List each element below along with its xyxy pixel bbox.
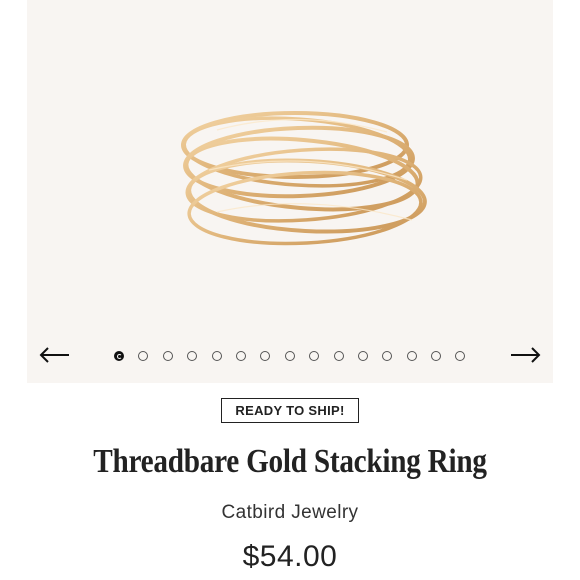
- product-brand[interactable]: Catbird Jewelry: [0, 502, 580, 524]
- previous-image-button[interactable]: [37, 338, 71, 372]
- pagination-dot[interactable]: [114, 351, 124, 361]
- pagination-dot[interactable]: [260, 351, 271, 361]
- arrow-right-icon: [511, 347, 541, 363]
- gallery-pagination: [114, 350, 466, 362]
- pagination-dot[interactable]: [357, 351, 368, 361]
- product-price: $54.00: [242, 540, 338, 573]
- next-image-button[interactable]: [509, 338, 543, 372]
- pagination-dot[interactable]: [138, 351, 149, 361]
- product-gallery[interactable]: [27, 0, 553, 383]
- pagination-dot[interactable]: [406, 351, 417, 361]
- arrow-left-icon: [39, 347, 69, 363]
- ready-to-ship-badge: READY TO SHIP!: [221, 398, 359, 423]
- pagination-dot[interactable]: [284, 351, 295, 361]
- pagination-dot[interactable]: [235, 351, 246, 361]
- pagination-dot[interactable]: [455, 351, 466, 361]
- product-image: [181, 111, 427, 246]
- pagination-dot[interactable]: [382, 351, 393, 361]
- pagination-dot[interactable]: [309, 351, 320, 361]
- pagination-dot[interactable]: [162, 351, 173, 361]
- pagination-dot[interactable]: [431, 351, 442, 361]
- pagination-dot[interactable]: [211, 351, 222, 361]
- pagination-dot[interactable]: [187, 351, 198, 361]
- pagination-dot[interactable]: [333, 351, 344, 361]
- product-title: Threadbare Gold Stacking Ring: [93, 443, 487, 480]
